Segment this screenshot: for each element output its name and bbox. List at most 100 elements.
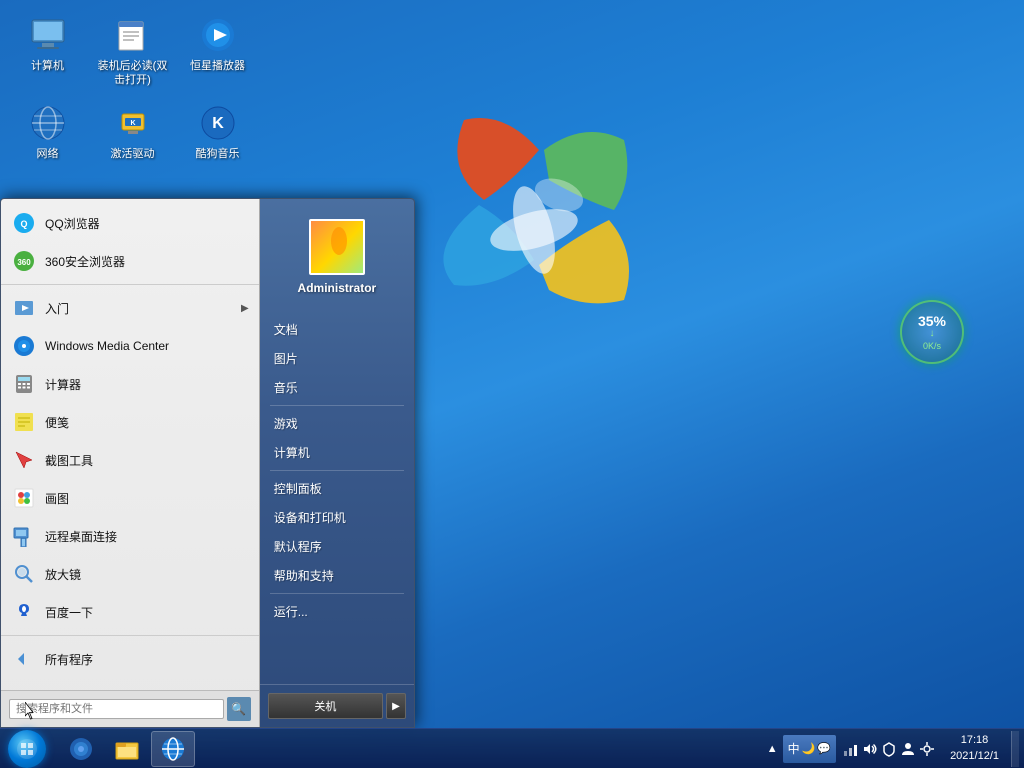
taskbar-app-explorer[interactable] bbox=[105, 731, 149, 767]
start-item-paint[interactable]: 画图 bbox=[1, 479, 259, 517]
start-menu-right-items: 文档 图片 音乐 游戏 计算机 控制面板 设备和打印机 默认程序 帮助和支持 运… bbox=[260, 310, 414, 684]
wmc-label: Windows Media Center bbox=[45, 339, 249, 353]
start-right-default-programs[interactable]: 默认程序 bbox=[260, 532, 414, 561]
start-item-intro[interactable]: 入门 ▶ bbox=[1, 289, 259, 327]
start-item-note[interactable]: 便笺 bbox=[1, 403, 259, 441]
start-right-run[interactable]: 运行... bbox=[260, 597, 414, 626]
ime-speech-icon: 💬 bbox=[817, 742, 831, 755]
360-browser-icon: 360 bbox=[11, 248, 37, 274]
taskbar: ▲ 中 🌙 💬 bbox=[0, 728, 1024, 768]
tray-security-icon[interactable] bbox=[881, 741, 897, 757]
ime-indicator[interactable]: 中 🌙 💬 bbox=[783, 735, 836, 763]
start-menu-left: Q QQ浏览器 360 360安全浏览器 bbox=[1, 199, 260, 727]
qq-browser-icon: Q bbox=[11, 210, 37, 236]
start-item-baidu[interactable]: 百度一下 bbox=[1, 593, 259, 631]
start-item-wmc[interactable]: Windows Media Center bbox=[1, 327, 259, 365]
start-right-control-panel[interactable]: 控制面板 bbox=[260, 474, 414, 503]
calc-label: 计算器 bbox=[45, 376, 249, 393]
svg-text:K: K bbox=[130, 120, 135, 127]
paint-icon bbox=[11, 485, 37, 511]
right-divider-3 bbox=[270, 593, 404, 594]
desktop-icon-media-player[interactable]: 恒星播放器 bbox=[180, 10, 255, 93]
ime-mode-icon: 🌙 bbox=[802, 742, 816, 755]
desktop-icon-network[interactable]: 网络 bbox=[10, 98, 85, 166]
intro-label: 入门 bbox=[45, 300, 241, 317]
ime-label: 中 bbox=[788, 740, 800, 757]
start-item-360-browser[interactable]: 360 360安全浏览器 bbox=[1, 242, 259, 280]
shutdown-arrow-button[interactable]: ▶ bbox=[386, 693, 406, 719]
desktop-icon-setup-label: 装机后必读(双击打开) bbox=[97, 59, 168, 88]
start-item-magnify[interactable]: 放大镜 bbox=[1, 555, 259, 593]
snip-icon bbox=[11, 447, 37, 473]
net-speed: 0K/s bbox=[923, 341, 941, 351]
start-right-devices[interactable]: 设备和打印机 bbox=[260, 503, 414, 532]
paint-label: 画图 bbox=[45, 490, 249, 507]
desktop-icon-media-player-label: 恒星播放器 bbox=[190, 59, 245, 73]
start-menu-items: Q QQ浏览器 360 360安全浏览器 bbox=[1, 199, 259, 690]
start-search-input[interactable] bbox=[9, 699, 224, 719]
all-programs-label: 所有程序 bbox=[45, 651, 249, 668]
baidu-label: 百度一下 bbox=[45, 604, 249, 621]
all-programs-icon bbox=[11, 646, 37, 672]
desktop-icon-computer[interactable]: 计算机 bbox=[10, 10, 85, 93]
username-label: Administrator bbox=[298, 281, 377, 295]
right-divider-2 bbox=[270, 470, 404, 471]
start-item-qq-browser[interactable]: Q QQ浏览器 bbox=[1, 204, 259, 242]
rdp-icon bbox=[11, 523, 37, 549]
snip-label: 截图工具 bbox=[45, 452, 249, 469]
taskbar-apps bbox=[54, 729, 200, 768]
baidu-icon bbox=[11, 599, 37, 625]
desktop-icon-setup[interactable]: 装机后必读(双击打开) bbox=[95, 10, 170, 93]
show-desktop-button[interactable] bbox=[1011, 731, 1019, 767]
tray-expand-button[interactable]: ▲ bbox=[764, 743, 781, 755]
desktop-icon-driver-label: 激活驱动 bbox=[111, 147, 155, 161]
start-right-pictures[interactable]: 图片 bbox=[260, 344, 414, 373]
start-search-button[interactable]: 🔍 bbox=[227, 697, 251, 721]
shutdown-button[interactable]: 关机 bbox=[268, 693, 383, 719]
start-right-music[interactable]: 音乐 bbox=[260, 373, 414, 402]
taskbar-tray: ▲ 中 🌙 💬 bbox=[759, 729, 1024, 768]
start-item-snip[interactable]: 截图工具 bbox=[1, 441, 259, 479]
qq-browser-label: QQ浏览器 bbox=[45, 215, 249, 232]
system-clock[interactable]: 17:18 2021/12/1 bbox=[942, 733, 1007, 764]
start-divider-2 bbox=[1, 635, 259, 636]
tray-icons-area bbox=[838, 741, 940, 757]
taskbar-app-network[interactable] bbox=[59, 731, 103, 767]
rdp-label: 远程桌面连接 bbox=[45, 528, 249, 545]
start-item-rdp[interactable]: 远程桌面连接 bbox=[1, 517, 259, 555]
tray-network-icon[interactable] bbox=[843, 741, 859, 757]
clock-time: 17:18 bbox=[961, 733, 989, 748]
start-item-all-programs[interactable]: 所有程序 bbox=[1, 640, 259, 678]
note-label: 便笺 bbox=[45, 414, 249, 431]
start-menu: Q QQ浏览器 360 360安全浏览器 bbox=[0, 198, 415, 728]
tray-volume-icon[interactable] bbox=[862, 741, 878, 757]
start-button[interactable] bbox=[0, 729, 54, 768]
desktop-icon-row-2: 网络 K 激活驱动 K bbox=[10, 98, 255, 166]
right-divider-1 bbox=[270, 405, 404, 406]
desktop-icon-music-label: 酷狗音乐 bbox=[196, 147, 240, 161]
desktop-icon-row-1: 计算机 装机后必读(双击打开) bbox=[10, 10, 255, 93]
note-icon bbox=[11, 409, 37, 435]
tray-user-icon[interactable] bbox=[900, 741, 916, 757]
svg-text:Q: Q bbox=[20, 219, 27, 229]
shutdown-area: 关机 ▶ bbox=[260, 684, 414, 727]
desktop: 计算机 装机后必读(双击打开) bbox=[0, 0, 1024, 768]
user-avatar[interactable] bbox=[309, 219, 365, 275]
desktop-icon-network-label: 网络 bbox=[37, 147, 59, 161]
net-speed-widget: 35% ↓ 0K/s bbox=[900, 300, 964, 364]
net-percent: 35% bbox=[918, 314, 946, 328]
desktop-icon-driver[interactable]: K 激活驱动 bbox=[95, 98, 170, 166]
start-item-calc[interactable]: 计算器 bbox=[1, 365, 259, 403]
desktop-icon-music[interactable]: K 酷狗音乐 bbox=[180, 98, 255, 166]
tray-settings-icon[interactable] bbox=[919, 741, 935, 757]
start-right-games[interactable]: 游戏 bbox=[260, 409, 414, 438]
start-right-documents[interactable]: 文档 bbox=[260, 315, 414, 344]
taskbar-app-ie[interactable] bbox=[151, 731, 195, 767]
net-arrow: ↓ bbox=[930, 328, 935, 339]
desktop-icon-computer-label: 计算机 bbox=[31, 59, 64, 73]
start-right-computer[interactable]: 计算机 bbox=[260, 438, 414, 467]
calc-icon bbox=[11, 371, 37, 397]
wmc-icon bbox=[11, 333, 37, 359]
start-right-help[interactable]: 帮助和支持 bbox=[260, 561, 414, 590]
user-area: Administrator bbox=[260, 209, 414, 305]
